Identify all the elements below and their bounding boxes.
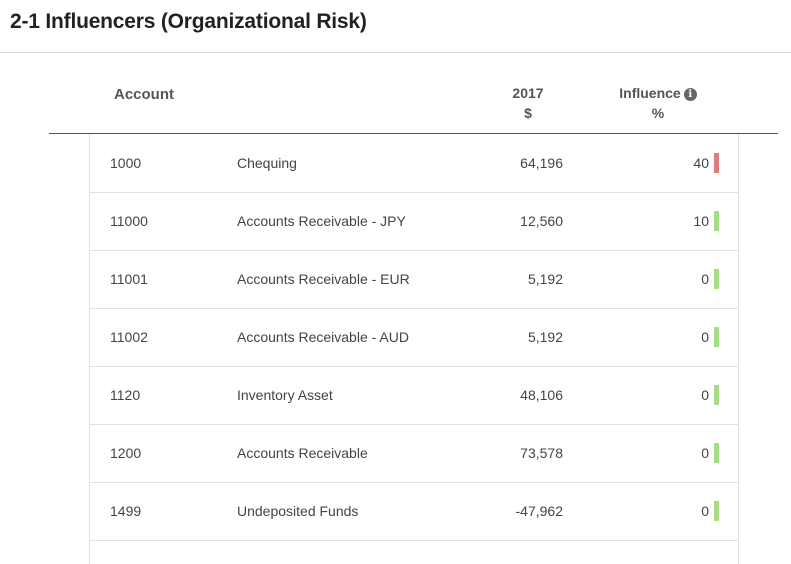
account-name: Inventory Asset <box>237 387 333 403</box>
column-header-year: 2017 <box>512 85 544 101</box>
influence-bar <box>714 501 719 521</box>
amount: 12,560 <box>520 213 563 229</box>
column-header-2017[interactable]: 2017 $ <box>498 83 558 123</box>
table-row[interactable]: 1499 Undeposited Funds -47,962 0 <box>90 482 738 541</box>
account-code: 1000 <box>110 155 142 171</box>
table-row[interactable]: 11001 Accounts Receivable - EUR 5,192 0 <box>90 250 738 309</box>
table-row[interactable]: 11002 Accounts Receivable - AUD 5,192 0 <box>90 308 738 367</box>
influence-value: 0 <box>701 387 709 403</box>
table-row[interactable]: 11000 Accounts Receivable - JPY 12,560 1… <box>90 192 738 251</box>
table-row[interactable]: 1200 Accounts Receivable 73,578 0 <box>90 424 738 483</box>
column-header-influence-label: Influence <box>619 85 681 101</box>
account-name: Chequing <box>237 155 297 171</box>
account-code: 11000 <box>110 213 148 229</box>
account-code: 1120 <box>110 387 141 403</box>
influence-bar <box>714 153 719 173</box>
account-code: 1200 <box>110 445 142 461</box>
influence-value: 0 <box>701 329 709 345</box>
column-header-account[interactable]: Account <box>114 85 174 105</box>
info-icon[interactable]: i <box>683 88 697 101</box>
amount: 5,192 <box>527 271 563 287</box>
column-header-percent: % <box>651 105 665 121</box>
account-name: Accounts Receivable - EUR <box>237 271 410 287</box>
account-name: Accounts Receivable - AUD <box>237 329 409 345</box>
amount: 48,106 <box>520 387 563 403</box>
amount: -47,962 <box>515 503 563 519</box>
title-divider <box>0 52 791 53</box>
account-code: 11001 <box>110 271 148 287</box>
influence-value: 0 <box>701 271 709 287</box>
table-row[interactable]: 1000 Chequing 64,196 40 <box>90 134 738 193</box>
table-row[interactable]: 1120 Inventory Asset 48,106 0 <box>90 366 738 425</box>
influence-bar <box>714 443 719 463</box>
amount: 73,578 <box>520 445 563 461</box>
influence-bar <box>714 211 719 231</box>
column-header-influence[interactable]: Influence i % <box>608 83 708 123</box>
influence-value: 0 <box>701 445 709 461</box>
account-name: Undeposited Funds <box>237 503 359 519</box>
column-header-currency: $ <box>524 105 532 121</box>
amount: 64,196 <box>520 155 563 171</box>
page-title: 2-1 Influencers (Organizational Risk) <box>10 10 367 33</box>
influence-value: 0 <box>701 503 709 519</box>
account-name: Accounts Receivable <box>237 445 368 461</box>
influence-value: 10 <box>693 213 709 229</box>
account-name: Accounts Receivable - JPY <box>237 213 406 229</box>
influence-bar <box>714 327 719 347</box>
influence-bar <box>714 269 719 289</box>
influencers-table: 1000 Chequing 64,196 40 11000 Accounts R… <box>89 134 739 564</box>
amount: 5,192 <box>527 329 563 345</box>
influence-bar <box>714 385 719 405</box>
account-code: 1499 <box>110 503 142 519</box>
account-code: 11002 <box>110 329 148 345</box>
influence-value: 40 <box>693 155 709 171</box>
